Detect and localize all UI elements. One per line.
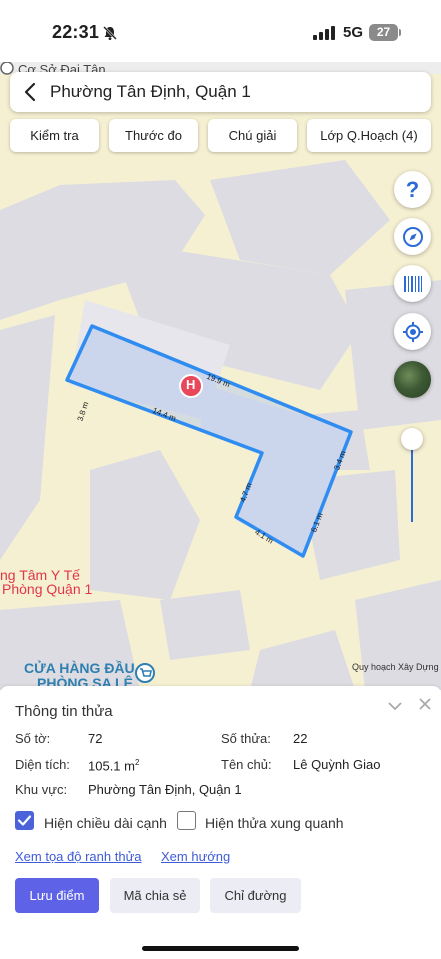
- panel-title: Thông tin thửa: [15, 703, 113, 720]
- parcel-number-value: 22: [293, 731, 308, 746]
- check-icon: [17, 815, 32, 826]
- view-coordinates-link[interactable]: Xem tọa độ ranh thửa: [15, 849, 142, 864]
- directions-button[interactable]: Chỉ đường: [210, 878, 301, 913]
- view-direction-link[interactable]: Xem hướng: [161, 849, 230, 864]
- share-code-button[interactable]: Mã chia sẻ: [110, 878, 200, 913]
- compass-button[interactable]: [394, 218, 431, 255]
- parcel-info-panel: Thông tin thửa Số tờ: 72 Số thửa: 22 Diệ…: [0, 686, 441, 959]
- bell-muted-icon: [103, 26, 117, 40]
- legend-button[interactable]: Chú giải: [208, 119, 297, 152]
- chevron-left-icon: [24, 82, 36, 102]
- measure-button[interactable]: Thước đo: [109, 119, 198, 152]
- area-region-value: Phường Tân Định, Quận 1: [88, 782, 242, 797]
- show-neighbors-label[interactable]: Hiện thửa xung quanh: [205, 815, 344, 831]
- show-edge-lengths-label[interactable]: Hiện chiều dài cạnh: [44, 815, 167, 831]
- compass-icon: [402, 226, 423, 247]
- battery-icon: 27: [369, 24, 401, 41]
- hospital-marker-letter: H: [186, 377, 196, 392]
- barcode-icon: [403, 275, 422, 292]
- home-indicator[interactable]: [142, 946, 299, 951]
- area-label: Diện tích:: [15, 757, 70, 772]
- area-number: 105.1 m: [88, 758, 135, 774]
- status-time: 22:31: [52, 22, 100, 42]
- planning-layers-button[interactable]: Lớp Q.Hoạch (4): [307, 119, 431, 152]
- search-bar[interactable]: Phường Tân Định, Quận 1: [10, 72, 431, 112]
- area-region-label: Khu vực:: [15, 782, 68, 797]
- status-bar: 22:31 5G 27: [0, 0, 441, 62]
- map-credit: Quy hoạch Xây Dựng: [352, 662, 439, 672]
- owner-value: Lê Quỳnh Giao: [293, 757, 381, 772]
- zoom-slider-track[interactable]: [411, 440, 413, 522]
- sheet-number-label: Số tờ:: [15, 731, 51, 746]
- show-neighbors-checkbox[interactable]: [177, 811, 196, 830]
- barcode-button[interactable]: [394, 265, 431, 302]
- parcel-number-label: Số thửa:: [221, 731, 271, 746]
- crosshair-icon: [402, 321, 423, 342]
- store-marker-icon: [135, 663, 155, 683]
- save-point-button[interactable]: Lưu điểm: [15, 878, 99, 913]
- back-button[interactable]: [10, 72, 50, 112]
- show-edge-lengths-checkbox[interactable]: [15, 811, 34, 830]
- poi-medical-label-2: Phòng Quận 1: [2, 581, 93, 597]
- network-type: 5G: [343, 24, 364, 41]
- satellite-layer-button[interactable]: [394, 361, 431, 398]
- owner-label: Tên chủ:: [221, 757, 272, 772]
- check-button[interactable]: Kiểm tra: [10, 119, 99, 152]
- area-value: 105.1 m2: [88, 758, 139, 773]
- close-icon[interactable]: [418, 697, 432, 711]
- map-view[interactable]: 3.8 m 19.9 m 14.4 m 3.4 m 4.7 m 6.1 m 4.…: [0, 62, 441, 690]
- my-location-button[interactable]: [394, 313, 431, 350]
- location-title: Phường Tân Định, Quận 1: [50, 82, 251, 101]
- area-unit-superscript: 2: [134, 758, 140, 767]
- question-icon: ?: [405, 176, 420, 202]
- cell-signal-icon: [313, 26, 335, 40]
- help-button[interactable]: ?: [394, 171, 431, 208]
- chevron-down-icon[interactable]: [387, 698, 403, 714]
- toolbar: Kiểm tra Thước đo Chú giải Lớp Q.Hoạch (…: [10, 119, 431, 153]
- zoom-slider-handle[interactable]: [401, 428, 423, 450]
- sheet-number-value: 72: [88, 731, 103, 746]
